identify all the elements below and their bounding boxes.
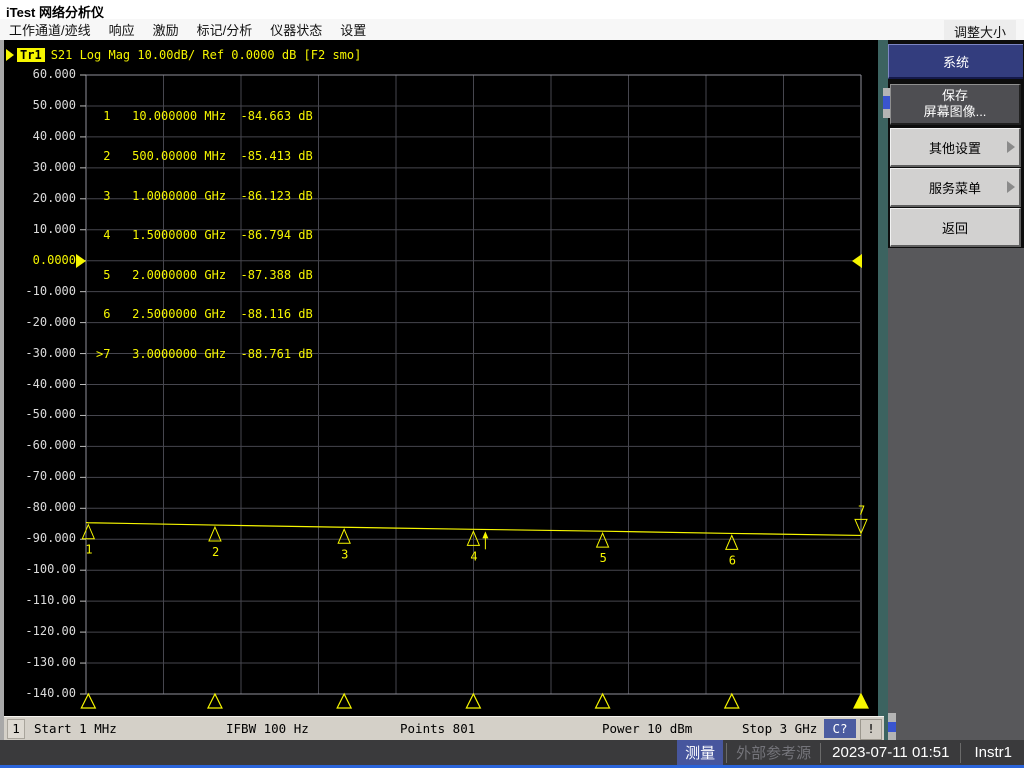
alert-indicator: ! (860, 719, 882, 740)
menu-channel-trace[interactable]: 工作通道/迹线 (0, 18, 100, 41)
save-label-line1: 保存 (942, 88, 968, 104)
marker-row: 6 2.5000000 GHz -88.116 dB (96, 308, 313, 321)
source-power: Power 10 dBm (602, 721, 692, 736)
y-axis-tick-label: -120.00 (0, 624, 76, 638)
marker-row: 4 1.5000000 GHz -86.794 dB (96, 229, 313, 242)
scrollbar-thumb[interactable] (888, 722, 896, 732)
y-axis-tick-label: -70.000 (0, 469, 76, 483)
marker-row: 1 10.000000 MHz -84.663 dB (96, 110, 313, 123)
marker-row: 5 2.0000000 GHz -87.388 dB (96, 269, 313, 282)
trace-format-text: S21 Log Mag 10.00dB/ Ref 0.0000 dB [F2 s… (51, 48, 362, 62)
menu-settings[interactable]: 设置 (331, 18, 375, 41)
axis-marker (337, 694, 351, 708)
softkey-sidebar: 系统 保存 屏幕图像... 其他设置 服务菜单 返回 (888, 40, 1024, 740)
trace-name-badge[interactable]: Tr1 (17, 48, 45, 62)
y-axis-tick-label: 0.0000 (0, 253, 76, 267)
channel-number: 1 (7, 719, 25, 739)
taskbar-divider (960, 743, 961, 763)
back-label: 返回 (942, 218, 968, 237)
axis-marker (596, 694, 610, 708)
menu-instrument-state[interactable]: 仪器状态 (261, 18, 331, 41)
y-axis-tick-label: -20.000 (0, 315, 76, 329)
mini-scrollbar[interactable] (888, 713, 896, 741)
menu-stimulus[interactable]: 激励 (144, 18, 188, 41)
window-right-edge (878, 40, 888, 740)
y-axis-tick-label: -130.00 (0, 655, 76, 669)
y-axis-tick-label: -40.000 (0, 377, 76, 391)
marker-number-label: 7 (858, 503, 865, 517)
y-axis-tick-label: 60.000 (0, 67, 76, 81)
menu-bar: 工作通道/迹线 响应 激励 标记/分析 仪器状态 设置 调整大小 (0, 19, 1024, 41)
measure-status-badge[interactable]: 测量 (677, 740, 723, 765)
reference-level-arrow-left-icon (76, 254, 86, 268)
y-axis-tick-label: -30.000 (0, 346, 76, 360)
marker-readout-table: 1 10.000000 MHz -84.663 dB 2 500.00000 M… (96, 84, 313, 388)
submenu-arrow-icon (1007, 181, 1015, 193)
marker-number-label: 1 (85, 543, 92, 557)
submenu-arrow-icon (1007, 141, 1015, 153)
if-bandwidth: IFBW 100 Hz (226, 721, 309, 736)
system-taskbar: 测量 外部参考源 2023-07-11 01:51 Instr1 (0, 740, 1024, 768)
y-axis-tick-label: 10.000 (0, 222, 76, 236)
reference-level-arrow-right-icon (852, 254, 862, 268)
menu-response[interactable]: 响应 (100, 18, 144, 41)
softkey-menu-title: 系统 (888, 44, 1023, 79)
save-screen-image-button[interactable]: 保存 屏幕图像... (890, 84, 1021, 125)
softkey-group: 系统 保存 屏幕图像... 其他设置 服务菜单 返回 (888, 40, 1024, 248)
back-button[interactable]: 返回 (890, 208, 1021, 247)
clock: 2023-07-11 01:51 (822, 742, 959, 763)
y-axis-tick-label: -80.000 (0, 500, 76, 514)
menu-marker-analysis[interactable]: 标记/分析 (188, 18, 262, 41)
y-axis-tick-label: 40.000 (0, 129, 76, 143)
save-label-line2: 屏幕图像... (924, 104, 987, 120)
y-axis-tick-label: -90.000 (0, 531, 76, 545)
taskbar-divider (820, 743, 821, 763)
external-reference-indicator[interactable]: 外部参考源 (728, 740, 819, 765)
axis-marker (81, 694, 95, 708)
sweep-points: Points 801 (400, 721, 475, 736)
other-settings-label: 其他设置 (929, 138, 981, 157)
y-axis-tick-label: 30.000 (0, 160, 76, 174)
stop-frequency: Stop 3 GHz (742, 721, 817, 736)
mini-scrollbar[interactable] (883, 88, 890, 118)
y-axis-tick-label: -10.000 (0, 284, 76, 298)
axis-marker (466, 694, 480, 708)
screen: iTest 网络分析仪 工作通道/迹线 响应 激励 标记/分析 仪器状态 设置 … (0, 0, 1024, 768)
service-menu-button[interactable]: 服务菜单 (890, 168, 1021, 207)
correction-status-badge: C? (824, 719, 856, 738)
axis-marker (725, 694, 739, 708)
marker-axis-indicators (86, 691, 861, 713)
active-trace-arrow-icon (6, 49, 14, 61)
y-axis-tick-label: -100.00 (0, 562, 76, 576)
y-axis-tick-label: -50.000 (0, 407, 76, 421)
marker-number-label: 6 (729, 553, 736, 567)
axis-marker-active (854, 694, 868, 708)
vna-display: Tr1 S21 Log Mag 10.00dB/ Ref 0.0000 dB [… (0, 40, 888, 740)
marker-number-label: 3 (341, 547, 348, 561)
axis-marker (208, 694, 222, 708)
other-settings-button[interactable]: 其他设置 (890, 128, 1021, 167)
marker-row: 2 500.00000 MHz -85.413 dB (96, 150, 313, 163)
service-menu-label: 服务菜单 (929, 178, 981, 197)
y-axis-tick-label: -110.00 (0, 593, 76, 607)
marker-number-label: 5 (600, 551, 607, 565)
marker-row: >7 3.0000000 GHz -88.761 dB (96, 348, 313, 361)
y-axis-tick-label: -60.000 (0, 438, 76, 452)
taskbar-divider (726, 743, 727, 763)
y-axis-tick-label: 20.000 (0, 191, 76, 205)
title-bar: iTest 网络分析仪 (0, 0, 1024, 19)
scrollbar-thumb[interactable] (883, 96, 890, 109)
start-frequency: Start 1 MHz (34, 721, 117, 736)
y-axis-tick-label: -140.00 (0, 686, 76, 700)
marker-number-label: 4 (470, 549, 477, 563)
marker-row: 3 1.0000000 GHz -86.123 dB (96, 190, 313, 203)
y-axis-tick-label: 50.000 (0, 98, 76, 112)
marker-number-label: 2 (212, 545, 219, 559)
instrument-taskbar-button[interactable]: Instr1 (962, 742, 1024, 763)
channel-status-bar: 1 Start 1 MHz IFBW 100 Hz Points 801 Pow… (4, 716, 884, 742)
trace-status-bar: Tr1 S21 Log Mag 10.00dB/ Ref 0.0000 dB [… (6, 47, 361, 63)
